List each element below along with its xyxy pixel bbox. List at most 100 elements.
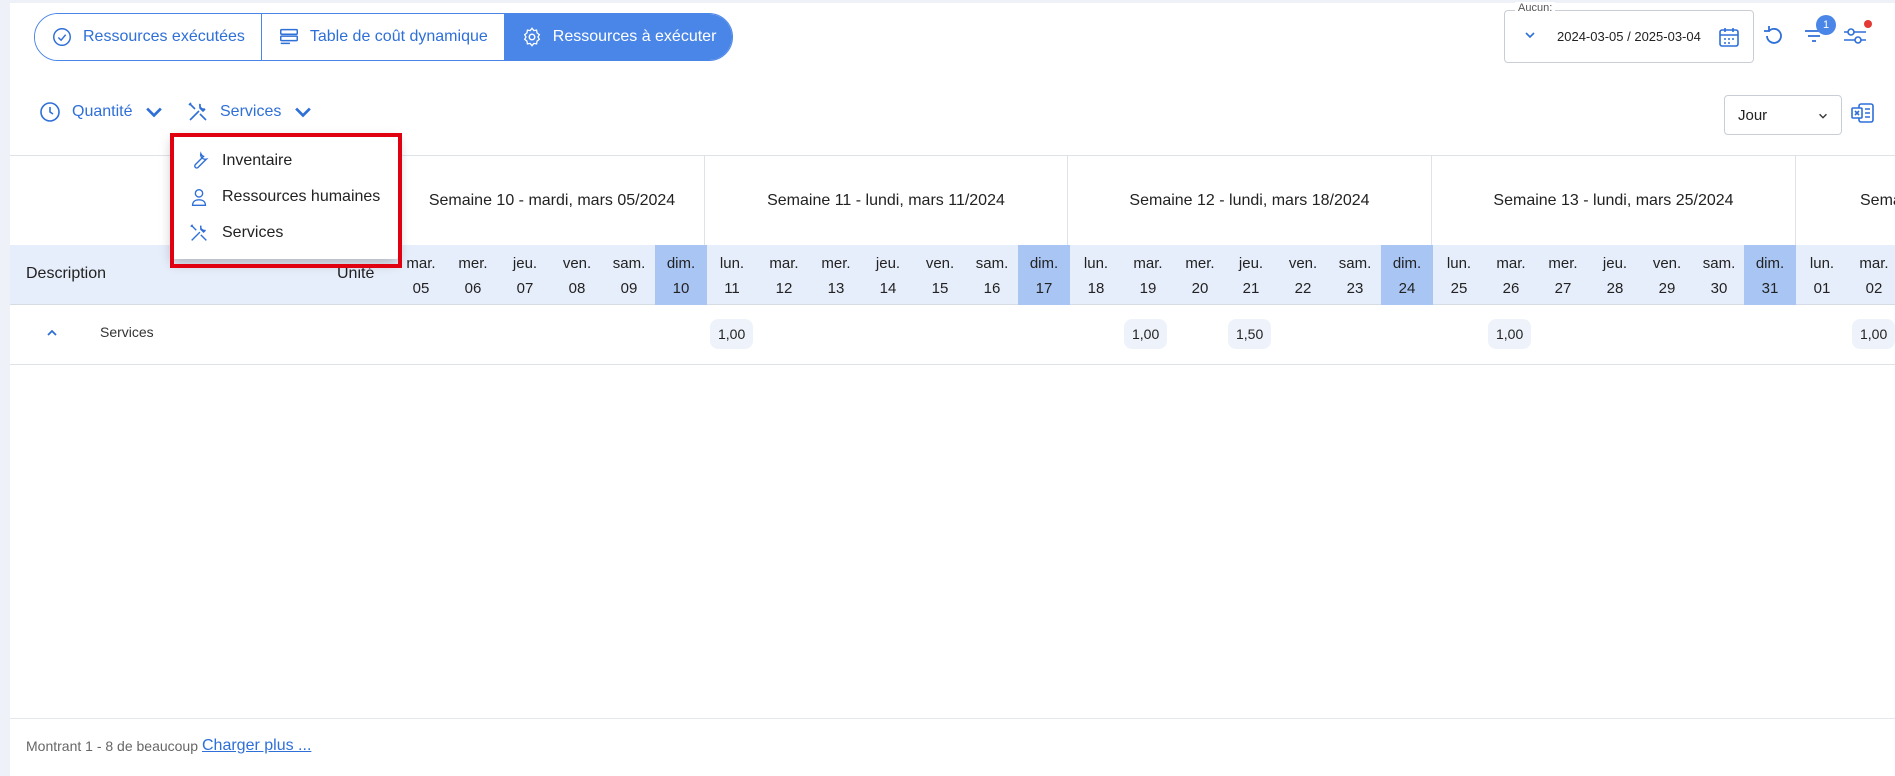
day-name: lun. (1083, 255, 1109, 272)
week-header: Semaine 13 - lundi, mars 25/2024 (1432, 156, 1796, 245)
services-label: Services (220, 103, 282, 120)
day-column-header: dim. 31 (1744, 245, 1796, 305)
tab-label: Ressources exécutées (83, 28, 245, 45)
day-number: 23 (1346, 280, 1364, 297)
excel-export-icon[interactable] (1850, 101, 1876, 125)
day-number: 30 (1710, 280, 1728, 297)
day-name: lun. (719, 255, 745, 272)
day-column-header: dim. 17 (1018, 245, 1070, 305)
day-name: jeu. (875, 255, 901, 272)
refresh-icon[interactable] (1762, 24, 1786, 48)
day-number: 13 (827, 280, 845, 297)
day-column-header: sam. 30 (1693, 245, 1745, 305)
clock-icon (40, 102, 60, 122)
day-number: 24 (1398, 280, 1416, 297)
day-column-header: mer. 20 (1174, 245, 1226, 305)
tab-dynamic-cost-table[interactable]: Table de coût dynamique (261, 14, 505, 60)
check-circle-icon (53, 28, 71, 46)
day-name: mer. (1185, 255, 1215, 272)
chevron-up-icon[interactable] (44, 325, 60, 341)
day-number: 25 (1450, 280, 1468, 297)
footer-divider (10, 718, 1895, 719)
period-select[interactable]: Jour (1724, 95, 1842, 135)
day-number: 06 (464, 280, 482, 297)
day-number: 31 (1761, 280, 1779, 297)
day-name: mer. (821, 255, 851, 272)
day-number: 29 (1658, 280, 1676, 297)
description-column-header[interactable]: Description (26, 265, 106, 283)
day-number: 09 (620, 280, 638, 297)
day-name: ven. (562, 255, 592, 272)
pagination-summary: Montrant 1 - 8 de beaucoup (26, 738, 199, 754)
settings-sliders-icon[interactable] (1842, 24, 1868, 48)
day-number: 07 (516, 280, 534, 297)
view-tabs: Ressources exécutées Table de coût dynam… (34, 13, 734, 61)
group-label: Services (100, 324, 154, 340)
day-column-header: ven. 15 (914, 245, 966, 305)
day-name: mar. (1133, 255, 1163, 272)
chevron-down-icon (146, 107, 163, 118)
value-cell: 1,00 (1124, 319, 1168, 349)
chevron-down-icon[interactable] (1523, 28, 1537, 42)
group-row (10, 305, 1895, 365)
day-number: 10 (672, 280, 690, 297)
day-column-header: ven. 22 (1277, 245, 1329, 305)
day-number: 26 (1502, 280, 1520, 297)
day-column-header: mar. 12 (758, 245, 810, 305)
tab-resources-to-execute[interactable]: Ressources à exécuter (504, 14, 733, 60)
day-column-header: dim. 24 (1381, 245, 1433, 305)
menu-item-services[interactable]: Services (172, 215, 398, 251)
value-cell: 1,00 (710, 319, 754, 349)
date-range-value: 2024-03-05 / 2025-03-04 (1557, 29, 1701, 44)
menu-item-inventory[interactable]: Inventaire (172, 143, 398, 179)
day-name: sam. (975, 255, 1009, 272)
day-column-header: mar. 26 (1485, 245, 1537, 305)
notification-dot (1864, 20, 1872, 28)
day-column-header: jeu. 21 (1225, 245, 1277, 305)
day-name: dim. (1029, 255, 1059, 272)
date-legend: Aucun: (1515, 2, 1556, 14)
week-header: Sema (1860, 192, 1895, 209)
date-range-picker[interactable]: Aucun: 2024-03-05 / 2025-03-04 (1504, 2, 1754, 63)
day-column-header: jeu. 14 (862, 245, 914, 305)
quantity-label: Quantité (72, 103, 133, 120)
day-number: 16 (983, 280, 1001, 297)
menu-item-human-resources[interactable]: Ressources humaines (172, 179, 398, 215)
table-icon (279, 28, 298, 45)
day-column-header: lun. 01 (1796, 245, 1848, 305)
day-number: 19 (1139, 280, 1157, 297)
day-column-header: jeu. 28 (1589, 245, 1641, 305)
period-select-value: Jour (1738, 107, 1768, 124)
filter-count-badge: 1 (1816, 15, 1836, 35)
day-column-header: mer. 27 (1537, 245, 1589, 305)
day-name: mar. (1859, 255, 1889, 272)
value-cell: 1,00 (1852, 319, 1895, 349)
week-header: Semaine 10 - mardi, mars 05/2024 (400, 156, 705, 245)
day-name: sam. (612, 255, 646, 272)
day-number: 08 (568, 280, 586, 297)
week-header: Semaine 11 - lundi, mars 11/2024 (705, 156, 1068, 245)
tab-label: Ressources à exécuter (552, 28, 717, 45)
day-column-header: mer. 06 (447, 245, 499, 305)
day-number: 27 (1554, 280, 1572, 297)
day-name: ven. (925, 255, 955, 272)
services-dropdown-menu: Inventaire Ressources humaines Services (172, 135, 398, 259)
day-column-header: ven. 29 (1641, 245, 1693, 305)
tab-executed-resources[interactable]: Ressources exécutées (35, 14, 262, 60)
day-number: 17 (1035, 280, 1053, 297)
unit-column-header[interactable]: Unité (337, 265, 374, 283)
calendar-icon[interactable] (1717, 25, 1741, 49)
day-number: 05 (412, 280, 430, 297)
day-name: mar. (1496, 255, 1526, 272)
day-number: 02 (1865, 280, 1883, 297)
tools-icon (188, 102, 207, 121)
day-number: 01 (1813, 280, 1831, 297)
menu-item-label: Inventaire (222, 152, 293, 169)
services-dropdown[interactable]: Services (186, 100, 315, 124)
day-name: sam. (1338, 255, 1372, 272)
quantity-dropdown[interactable]: Quantité (38, 100, 166, 124)
day-column-header: mar. 19 (1122, 245, 1174, 305)
load-more-link[interactable]: Charger plus ... (202, 737, 311, 755)
day-number: 14 (879, 280, 897, 297)
day-column-header: mar. 05 (395, 245, 447, 305)
